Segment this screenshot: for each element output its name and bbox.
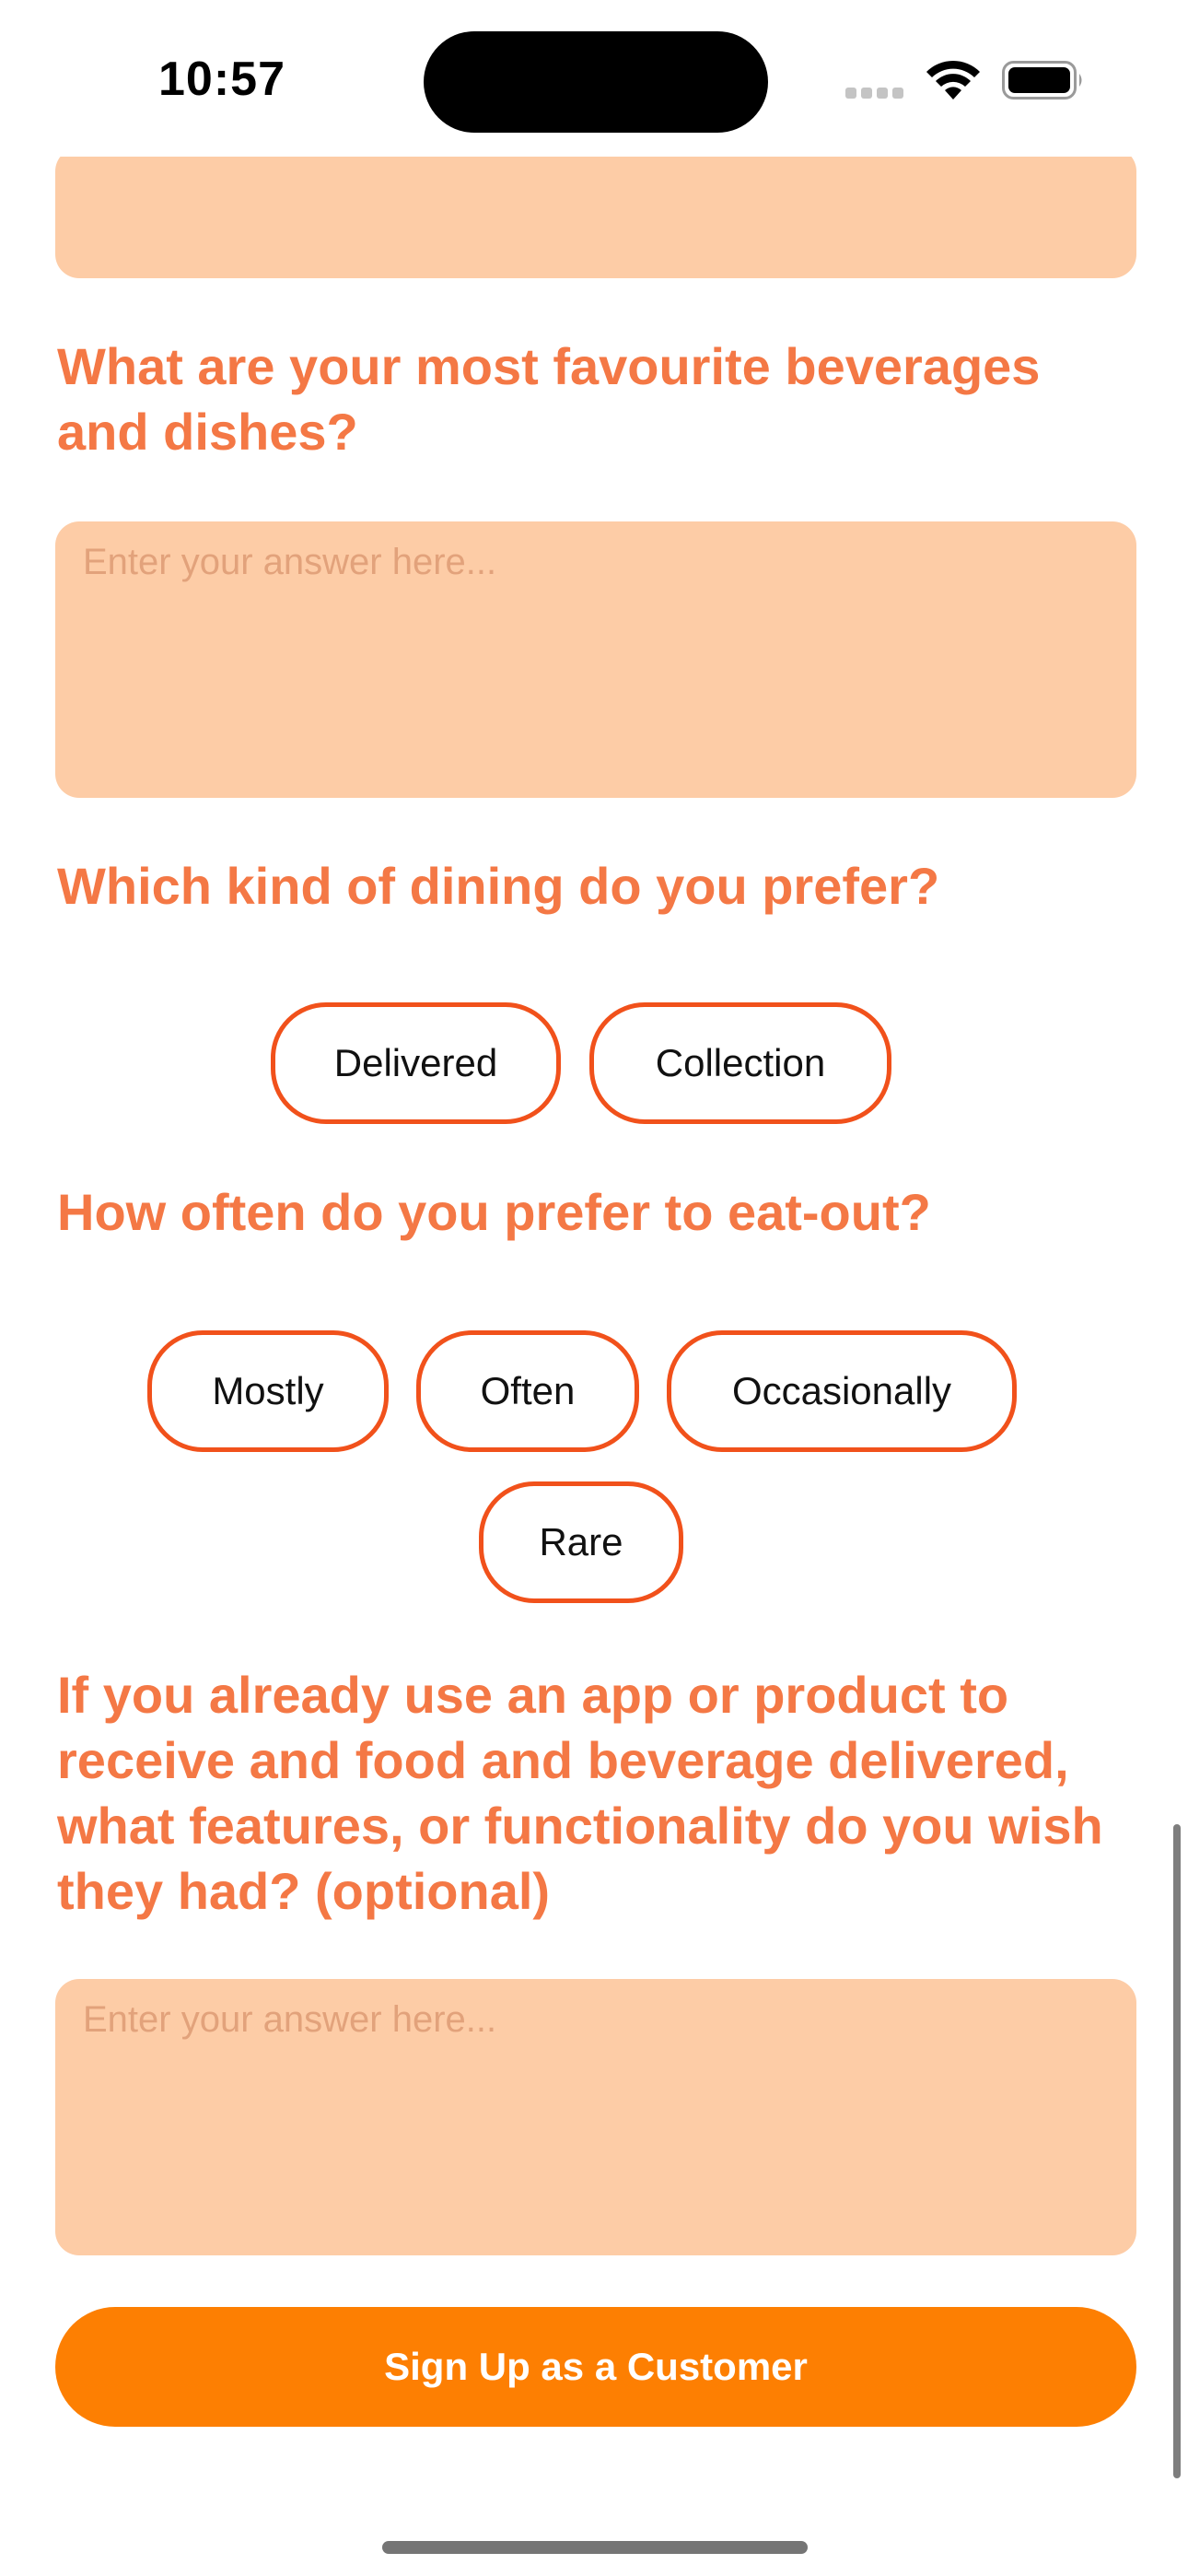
home-indicator[interactable] — [382, 2541, 808, 2554]
features-answer-field[interactable]: Enter your answer here... — [55, 1979, 1136, 2255]
dining-option-delivered[interactable]: Delivered — [271, 1002, 561, 1124]
favourites-answer-field[interactable]: Enter your answer here... — [55, 521, 1136, 798]
battery-icon — [1002, 61, 1082, 100]
question-dining: Which kind of dining do you prefer? — [57, 857, 940, 915]
eat-out-option-often[interactable]: Often — [416, 1330, 639, 1452]
favourites-placeholder: Enter your answer here... — [83, 542, 497, 582]
previous-answer-field[interactable] — [55, 147, 1136, 278]
status-bar: 10:57 — [0, 0, 1188, 157]
cellular-signal-icon — [845, 87, 910, 100]
dynamic-island — [424, 31, 768, 133]
scroll-indicator[interactable] — [1173, 1824, 1181, 2478]
sign-up-customer-button[interactable]: Sign Up as a Customer — [55, 2307, 1136, 2427]
question-features: If you already use an app or product to … — [57, 1666, 1103, 1920]
wifi-icon — [926, 60, 980, 100]
question-favourites: What are your most favourite beverages a… — [57, 337, 1041, 461]
question-eat-out: How often do you prefer to eat-out? — [57, 1183, 931, 1241]
dining-option-collection[interactable]: Collection — [589, 1002, 891, 1124]
features-placeholder: Enter your answer here... — [83, 1999, 497, 2040]
eat-out-option-mostly[interactable]: Mostly — [147, 1330, 389, 1452]
eat-out-option-occasionally[interactable]: Occasionally — [667, 1330, 1017, 1452]
signup-form-screen: What are your most favourite beverages a… — [0, 0, 1188, 2576]
eat-out-option-rare[interactable]: Rare — [479, 1481, 683, 1603]
status-time: 10:57 — [158, 53, 285, 106]
